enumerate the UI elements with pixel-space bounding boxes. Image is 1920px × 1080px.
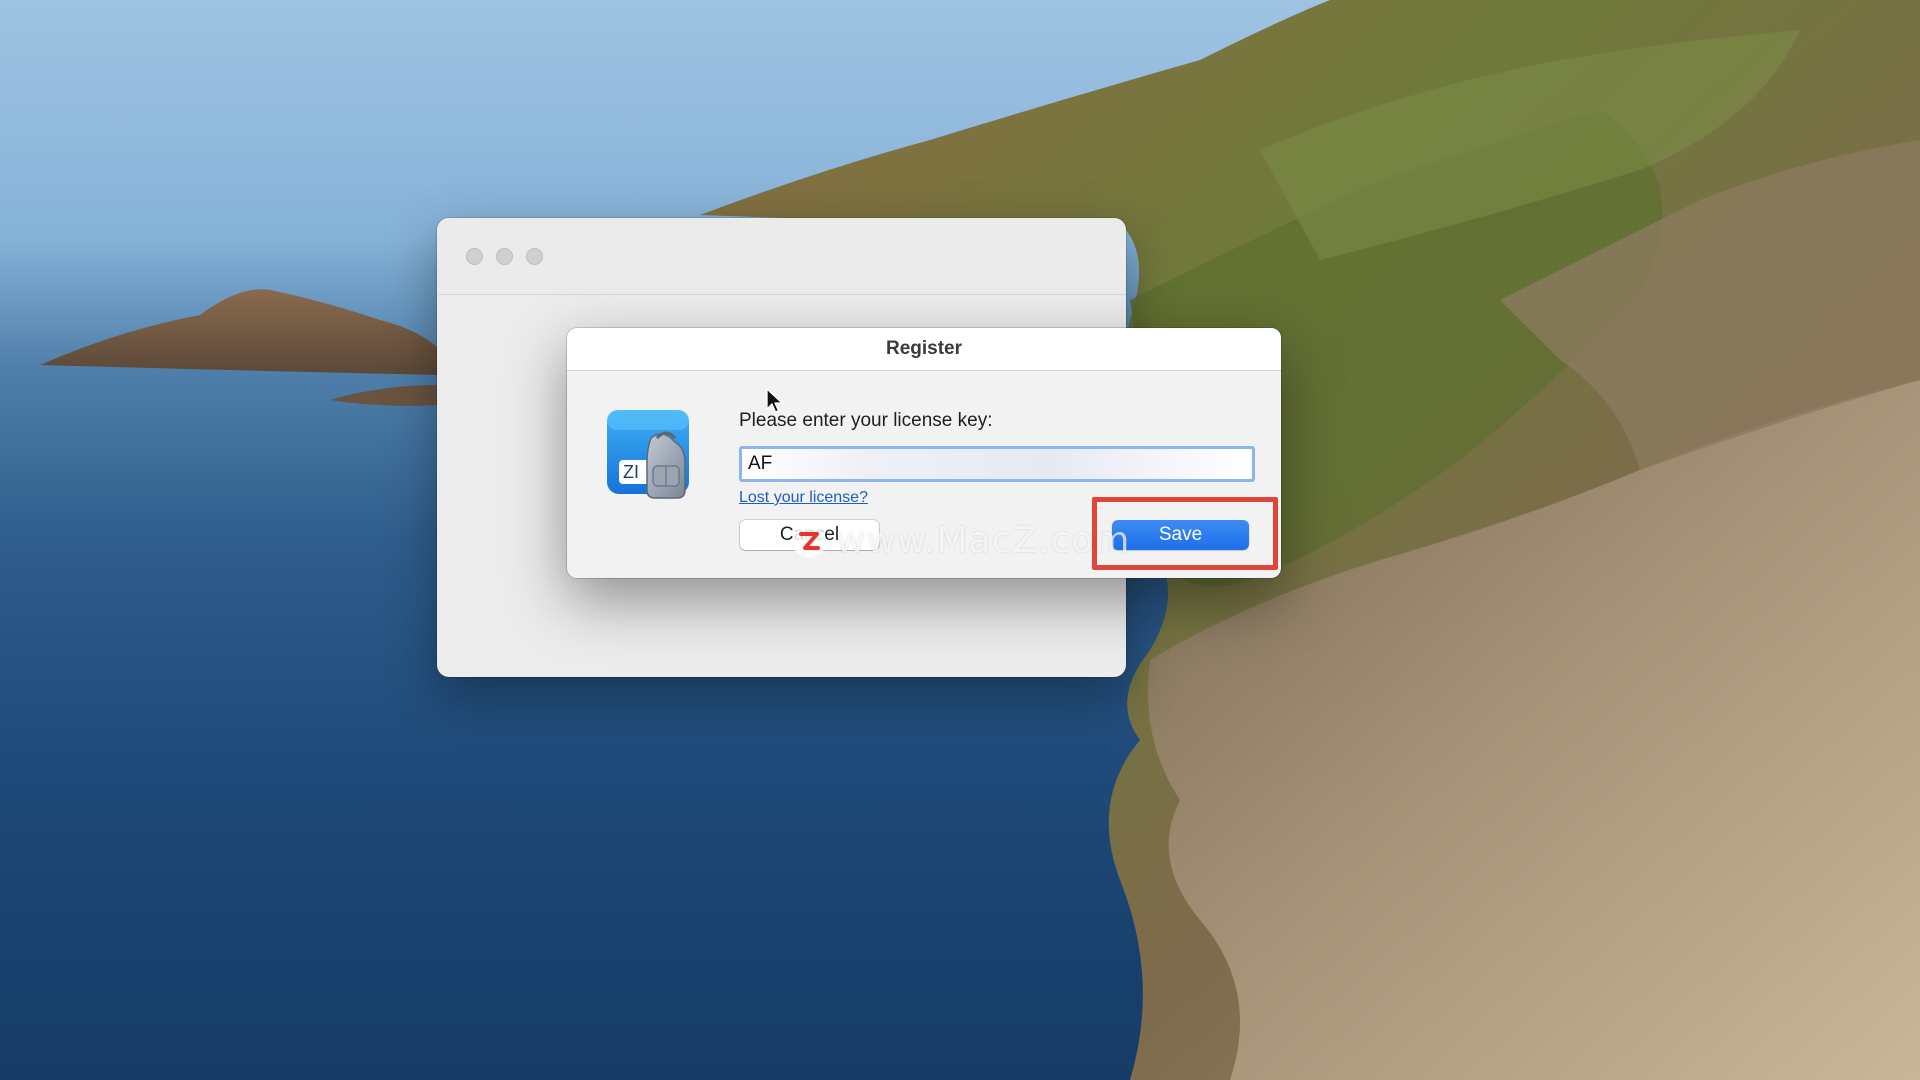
arrow-pointer-icon [766, 388, 783, 413]
backpack-zip-app-icon: ZI [605, 408, 697, 500]
dialog-title: Register [567, 328, 1281, 371]
window-close-button[interactable] [466, 248, 483, 265]
window-minimize-button[interactable] [496, 248, 513, 265]
desktop: Register ZI Please enter your license ke… [0, 0, 1920, 1080]
window-zoom-button[interactable] [526, 248, 543, 265]
app-icon-badge: ZI [623, 462, 639, 482]
z-logo-icon [792, 524, 826, 558]
window-titlebar [437, 218, 1126, 295]
save-highlight-annotation [1092, 497, 1278, 570]
lost-license-link[interactable]: Lost your license? [739, 489, 868, 507]
license-key-input[interactable] [739, 446, 1255, 482]
